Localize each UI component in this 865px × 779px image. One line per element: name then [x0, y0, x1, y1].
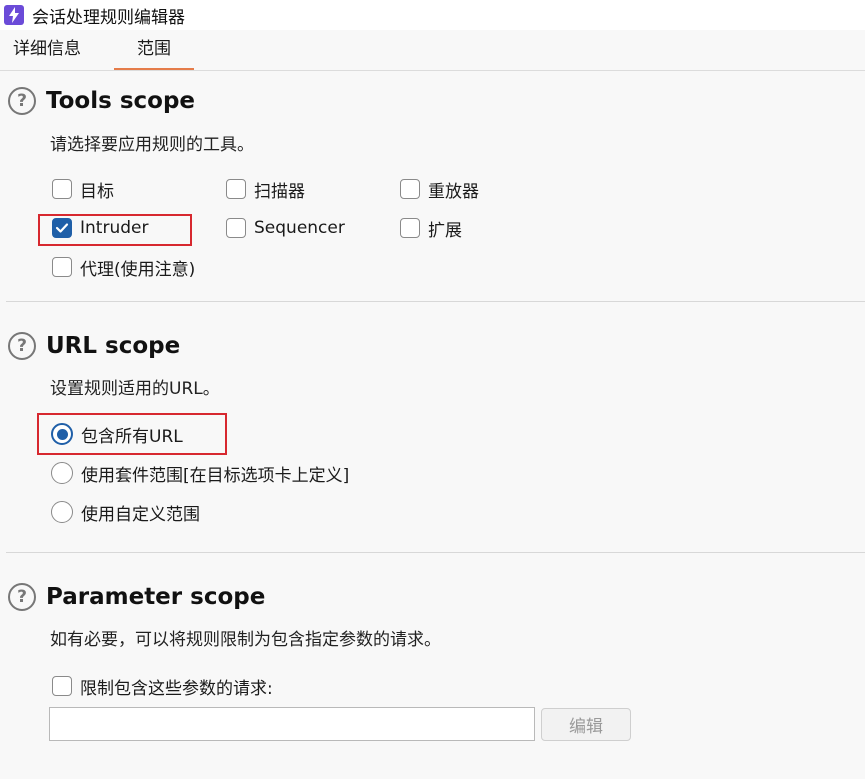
tab-details[interactable]: 详细信息 — [13, 30, 103, 68]
radio-custom-scope[interactable]: 使用自定义范围 — [51, 500, 200, 525]
radio-label: 使用套件范围[在目标选项卡上定义] — [81, 465, 350, 486]
checkbox-label: 目标 — [80, 181, 114, 202]
section-divider — [6, 301, 865, 302]
checkbox-scanner[interactable]: 扫描器 — [226, 177, 305, 202]
checkbox-box[interactable] — [52, 676, 72, 696]
checkbox-label: 扩展 — [428, 220, 462, 241]
radio-include-all-urls[interactable]: 包含所有URL — [51, 422, 183, 447]
window-title: 会话处理规则编辑器 — [32, 7, 185, 28]
edit-button[interactable]: 编辑 — [541, 708, 631, 741]
parameters-input[interactable] — [49, 707, 535, 741]
radio-label: 包含所有URL — [81, 426, 183, 447]
checkbox-restrict-parameters[interactable]: 限制包含这些参数的请求: — [52, 674, 273, 699]
radio-button[interactable] — [51, 462, 73, 484]
tab-bar: 详细信息 范围 — [0, 30, 865, 71]
tab-scope[interactable]: 范围 — [114, 30, 194, 70]
tools-scope-title: Tools scope — [46, 88, 196, 114]
checkbox-extensions[interactable]: 扩展 — [400, 216, 462, 241]
title-bar: 会话处理规则编辑器 — [0, 0, 865, 30]
radio-button-selected[interactable] — [51, 423, 73, 445]
url-scope-header: ? URL scope — [8, 330, 180, 362]
checkbox-label: Sequencer — [254, 218, 345, 238]
parameter-scope-title: Parameter scope — [46, 584, 266, 610]
checkbox-sequencer[interactable]: Sequencer — [226, 216, 345, 240]
help-icon[interactable]: ? — [8, 87, 36, 115]
checkmark-icon — [55, 223, 69, 233]
parameter-scope-header: ? Parameter scope — [8, 581, 265, 613]
checkbox-proxy[interactable]: 代理(使用注意) — [52, 255, 196, 280]
checkbox-target[interactable]: 目标 — [52, 177, 114, 202]
radio-label: 使用自定义范围 — [81, 504, 200, 525]
url-scope-description: 设置规则适用的URL。 — [50, 379, 220, 399]
section-divider — [6, 552, 865, 553]
url-scope-title: URL scope — [46, 333, 181, 359]
checkbox-label: 重放器 — [428, 181, 479, 202]
checkbox-box-checked[interactable] — [52, 218, 72, 238]
help-icon[interactable]: ? — [8, 332, 36, 360]
checkbox-box[interactable] — [52, 179, 72, 199]
checkbox-box[interactable] — [400, 218, 420, 238]
checkbox-box[interactable] — [400, 179, 420, 199]
help-icon[interactable]: ? — [8, 583, 36, 611]
checkbox-label: 限制包含这些参数的请求: — [80, 678, 273, 699]
checkbox-label: 代理(使用注意) — [80, 259, 196, 280]
checkbox-repeater[interactable]: 重放器 — [400, 177, 479, 202]
checkbox-intruder[interactable]: Intruder — [52, 216, 148, 240]
checkbox-box[interactable] — [226, 218, 246, 238]
checkbox-box[interactable] — [226, 179, 246, 199]
checkbox-label: Intruder — [80, 218, 149, 238]
checkbox-label: 扫描器 — [254, 181, 305, 202]
tools-scope-description: 请选择要应用规则的工具。 — [50, 135, 254, 155]
checkbox-box[interactable] — [52, 257, 72, 277]
app-lightning-icon — [4, 5, 24, 25]
radio-suite-scope[interactable]: 使用套件范围[在目标选项卡上定义] — [51, 461, 350, 486]
parameter-scope-description: 如有必要，可以将规则限制为包含指定参数的请求。 — [50, 630, 441, 650]
radio-button[interactable] — [51, 501, 73, 523]
tools-scope-header: ? Tools scope — [8, 85, 195, 117]
